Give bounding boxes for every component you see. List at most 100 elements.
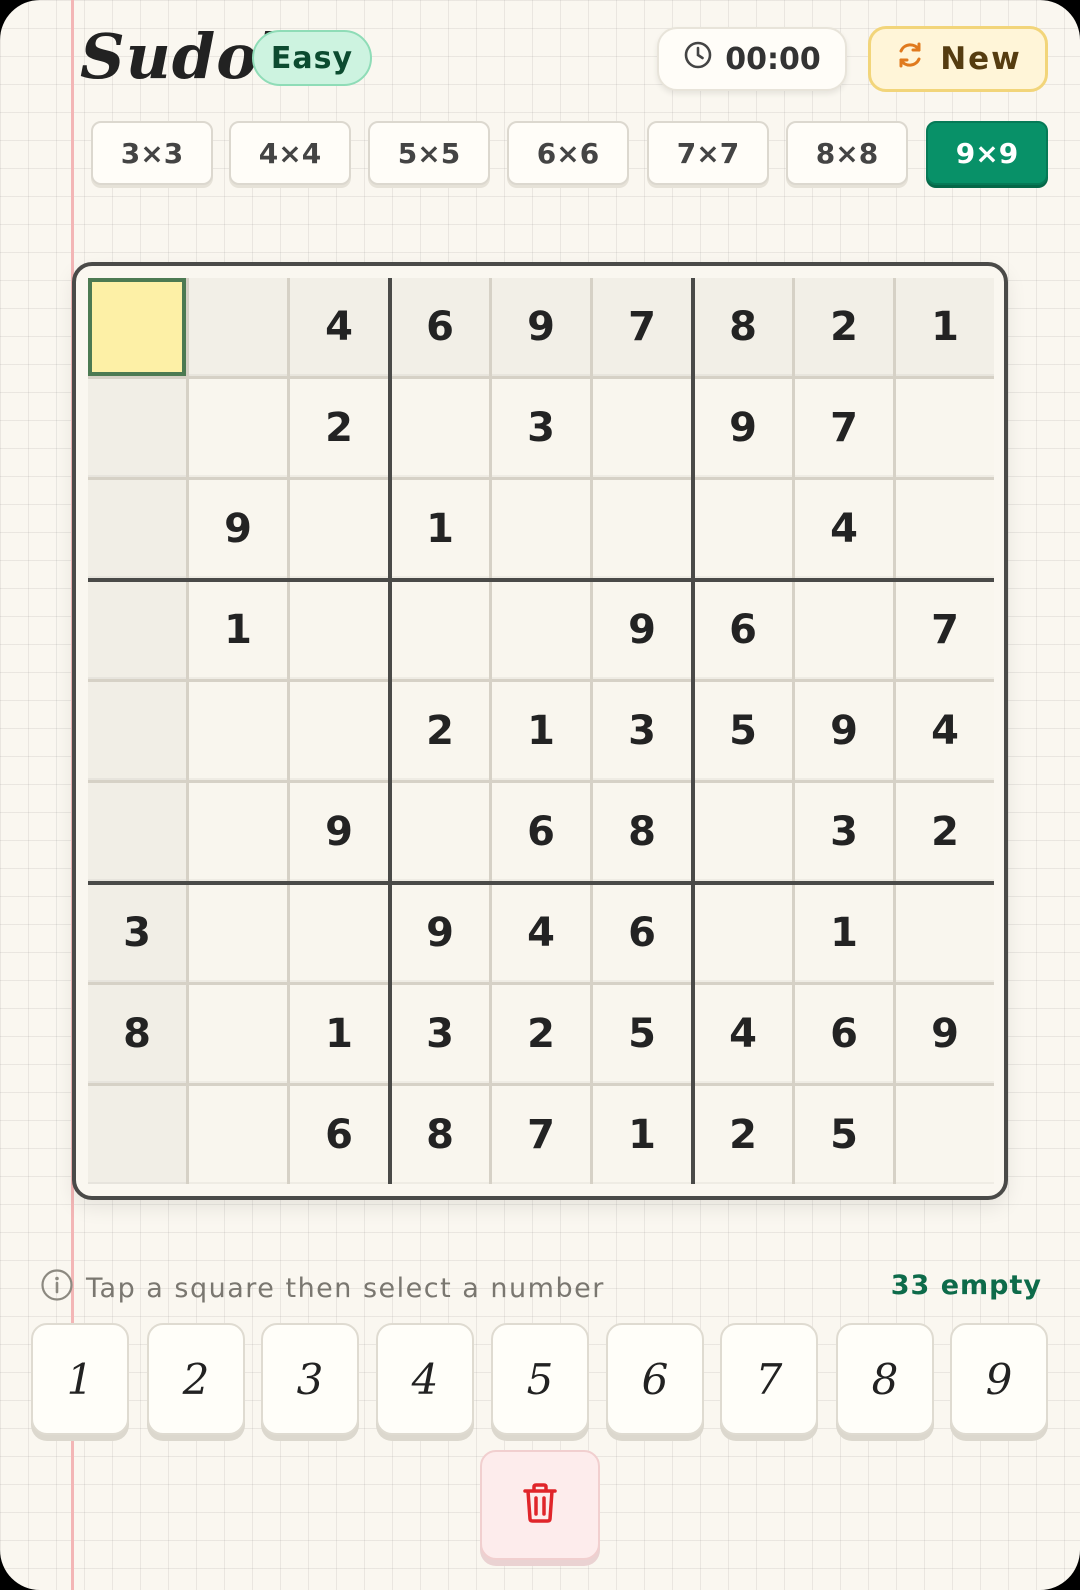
cell-r7c3[interactable] [290,884,388,982]
number-button-6[interactable]: 6 [606,1323,704,1435]
cell-r2c2[interactable] [189,379,287,477]
cell-r9c1[interactable] [88,1086,186,1184]
size-button-5[interactable]: 5×5 [368,121,490,185]
difficulty-badge[interactable]: Easy [252,30,372,86]
cell-r3c3[interactable] [290,480,388,578]
cell-r5c8[interactable]: 9 [795,682,893,780]
number-button-5[interactable]: 5 [491,1323,589,1435]
cell-r9c2[interactable] [189,1086,287,1184]
cell-r6c2[interactable] [189,783,287,881]
cell-r7c4[interactable]: 9 [391,884,489,982]
cell-r5c3[interactable] [290,682,388,780]
cell-r4c4[interactable] [391,581,489,679]
cell-r8c5[interactable]: 2 [492,985,590,1083]
size-button-3[interactable]: 3×3 [91,121,213,185]
cell-r8c2[interactable] [189,985,287,1083]
new-game-button[interactable]: New [868,26,1048,92]
cell-r6c7[interactable] [694,783,792,881]
cell-r1c6[interactable]: 7 [593,278,691,376]
cell-r9c5[interactable]: 7 [492,1086,590,1184]
cell-r7c7[interactable] [694,884,792,982]
cell-r7c9[interactable] [896,884,994,982]
cell-r5c9[interactable]: 4 [896,682,994,780]
cell-r7c8[interactable]: 1 [795,884,893,982]
cell-r1c5[interactable]: 9 [492,278,590,376]
cell-r8c7[interactable]: 4 [694,985,792,1083]
cell-r7c1[interactable]: 3 [88,884,186,982]
cell-r2c3[interactable]: 2 [290,379,388,477]
cell-r8c3[interactable]: 1 [290,985,388,1083]
cell-r1c9[interactable]: 1 [896,278,994,376]
cell-r2c6[interactable] [593,379,691,477]
cell-r2c9[interactable] [896,379,994,477]
cell-r5c4[interactable]: 2 [391,682,489,780]
cell-r4c6[interactable]: 9 [593,581,691,679]
cell-r4c2[interactable]: 1 [189,581,287,679]
number-button-1[interactable]: 1 [31,1323,129,1435]
cell-r9c8[interactable]: 5 [795,1086,893,1184]
cell-r9c3[interactable]: 6 [290,1086,388,1184]
cell-r5c5[interactable]: 1 [492,682,590,780]
cell-r8c9[interactable]: 9 [896,985,994,1083]
cell-r8c1[interactable]: 8 [88,985,186,1083]
number-button-3[interactable]: 3 [261,1323,359,1435]
size-button-6[interactable]: 6×6 [507,121,629,185]
cell-r3c1[interactable] [88,480,186,578]
cell-r3c9[interactable] [896,480,994,578]
cell-r7c2[interactable] [189,884,287,982]
cell-r8c8[interactable]: 6 [795,985,893,1083]
cell-r9c7[interactable]: 2 [694,1086,792,1184]
cell-r1c4[interactable]: 6 [391,278,489,376]
size-button-9[interactable]: 9×9 [926,121,1048,185]
cell-r4c8[interactable] [795,581,893,679]
cell-r6c5[interactable]: 6 [492,783,590,881]
cell-r2c5[interactable]: 3 [492,379,590,477]
cell-r2c4[interactable] [391,379,489,477]
size-button-7[interactable]: 7×7 [647,121,769,185]
cell-r2c1[interactable] [88,379,186,477]
number-button-7[interactable]: 7 [720,1323,818,1435]
cell-r3c5[interactable] [492,480,590,578]
cell-r3c7[interactable] [694,480,792,578]
number-button-9[interactable]: 9 [950,1323,1048,1435]
cell-r8c6[interactable]: 5 [593,985,691,1083]
number-button-2[interactable]: 2 [147,1323,245,1435]
cell-r3c2[interactable]: 9 [189,480,287,578]
cell-r3c8[interactable]: 4 [795,480,893,578]
cell-r4c5[interactable] [492,581,590,679]
cell-r5c7[interactable]: 5 [694,682,792,780]
number-button-4[interactable]: 4 [376,1323,474,1435]
cell-r5c1[interactable] [88,682,186,780]
cell-r1c7[interactable]: 8 [694,278,792,376]
delete-button[interactable] [480,1450,600,1560]
cell-r2c7[interactable]: 9 [694,379,792,477]
cell-r7c6[interactable]: 6 [593,884,691,982]
cell-r9c6[interactable]: 1 [593,1086,691,1184]
cell-r2c8[interactable]: 7 [795,379,893,477]
cell-r5c2[interactable] [189,682,287,780]
size-button-4[interactable]: 4×4 [229,121,351,185]
cell-r6c3[interactable]: 9 [290,783,388,881]
cell-r1c1[interactable] [88,278,186,376]
cell-r6c6[interactable]: 8 [593,783,691,881]
cell-r8c4[interactable]: 3 [391,985,489,1083]
cell-r4c7[interactable]: 6 [694,581,792,679]
cell-r4c3[interactable] [290,581,388,679]
cell-r9c9[interactable] [896,1086,994,1184]
cell-r6c1[interactable] [88,783,186,881]
cell-r1c8[interactable]: 2 [795,278,893,376]
cell-r6c8[interactable]: 3 [795,783,893,881]
cell-r6c9[interactable]: 2 [896,783,994,881]
cell-r7c5[interactable]: 4 [492,884,590,982]
cell-r4c1[interactable] [88,581,186,679]
size-button-8[interactable]: 8×8 [786,121,908,185]
cell-r4c9[interactable]: 7 [896,581,994,679]
cell-r3c6[interactable] [593,480,691,578]
cell-r1c2[interactable] [189,278,287,376]
cell-r9c4[interactable]: 8 [391,1086,489,1184]
number-button-8[interactable]: 8 [836,1323,934,1435]
cell-r5c6[interactable]: 3 [593,682,691,780]
cell-r1c3[interactable]: 4 [290,278,388,376]
cell-r6c4[interactable] [391,783,489,881]
cell-r3c4[interactable]: 1 [391,480,489,578]
